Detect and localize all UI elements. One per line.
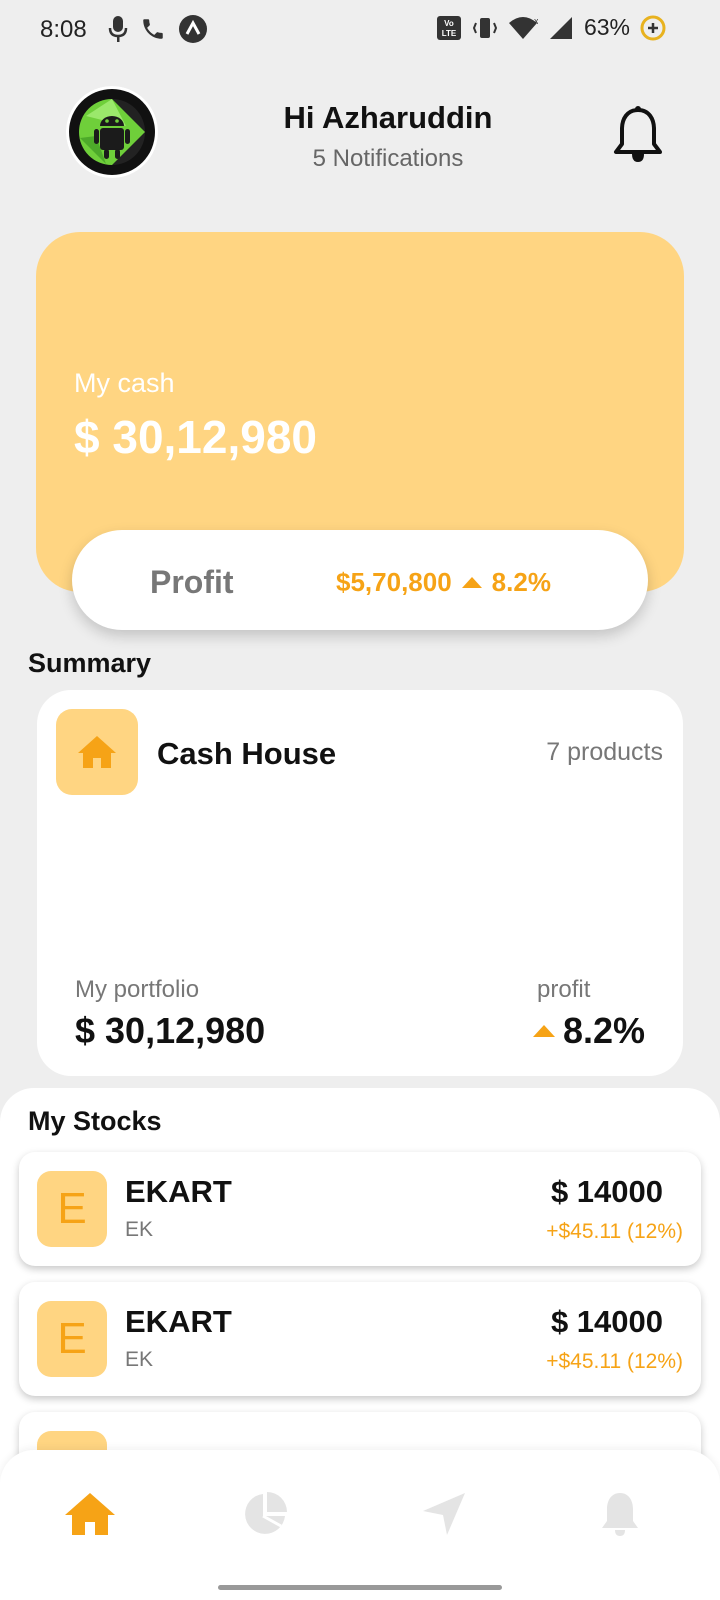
home-indicator[interactable] [218,1585,502,1590]
android-club-logo [66,86,158,178]
summary-profit-value: 8.2% [563,1010,646,1051]
battery-saver-icon [640,15,666,40]
portfolio-value: $ 30,12,980 [75,1010,266,1051]
bottom-nav [0,1450,720,1600]
home-icon [78,736,116,768]
stock-change: +$45.11 (12%) [546,1220,683,1243]
profit-percent: 8.2% [491,567,551,597]
stock-ticker: EK [125,1348,154,1371]
status-bar: 8:08 Vo LTE x 63% [0,0,720,62]
arrow-up-icon [461,577,482,588]
profit-label: Profit [150,564,234,600]
stock-name: EKART [125,1174,232,1209]
stock-card[interactable]: E EKART EK $ 14000 +$45.11 (12%) [19,1152,701,1266]
signal-icon [549,16,572,39]
summary-heading: Summary [28,648,152,678]
notification-count: 5 Notifications [312,145,464,172]
notification-bell-button[interactable] [610,104,666,168]
stocks-heading: My Stocks [28,1106,162,1136]
portfolio-label: My portfolio [75,976,200,1003]
avatar[interactable] [66,86,158,178]
svg-text:LTE: LTE [442,29,457,38]
house-tile [56,709,138,795]
cash-value: $ 30,12,980 [74,411,318,463]
summary-card[interactable]: Cash House 7 products My portfolio $ 30,… [37,690,683,1076]
status-time: 8:08 [40,16,87,43]
mic-icon [108,16,128,42]
nav-notifications[interactable] [590,1484,650,1544]
vibrate-icon [472,17,498,38]
stock-name: EKART [125,1304,232,1339]
pie-chart-icon [245,1492,287,1534]
summary-profit-label: profit [537,976,591,1003]
svg-text:Vo: Vo [444,19,454,28]
bell-icon [602,1493,638,1536]
cash-label: My cash [74,368,175,398]
greeting-title: Hi Azharuddin [283,100,493,135]
stock-price: $ 14000 [550,1174,663,1209]
svg-text:x: x [534,16,538,26]
stock-change: +$45.11 (12%) [546,1350,683,1373]
nav-explore[interactable] [414,1484,474,1544]
battery-percent: 63% [583,14,630,40]
profit-pill[interactable]: Profit $5,70,800 8.2% [72,530,648,630]
portfolio-name: Cash House [157,736,337,771]
stock-avatar: E [37,1171,107,1247]
navigation-arrow-icon [423,1493,465,1535]
arrow-up-icon [533,1025,555,1037]
stock-avatar: E [37,1301,107,1377]
call-icon [143,19,163,39]
app-badge-icon [179,15,207,43]
profit-amount: $5,70,800 [336,567,452,597]
product-count: 7 products [546,738,663,766]
nav-portfolio[interactable] [235,1484,295,1544]
stock-ticker: EK [125,1218,154,1241]
stock-price: $ 14000 [550,1304,663,1339]
home-icon [65,1493,115,1535]
wifi-icon: x [508,16,538,39]
nav-home[interactable] [60,1484,120,1544]
bell-icon [614,106,662,162]
stock-card[interactable]: E EKART EK $ 14000 +$45.11 (12%) [19,1282,701,1396]
volte-icon: Vo LTE [436,15,461,40]
